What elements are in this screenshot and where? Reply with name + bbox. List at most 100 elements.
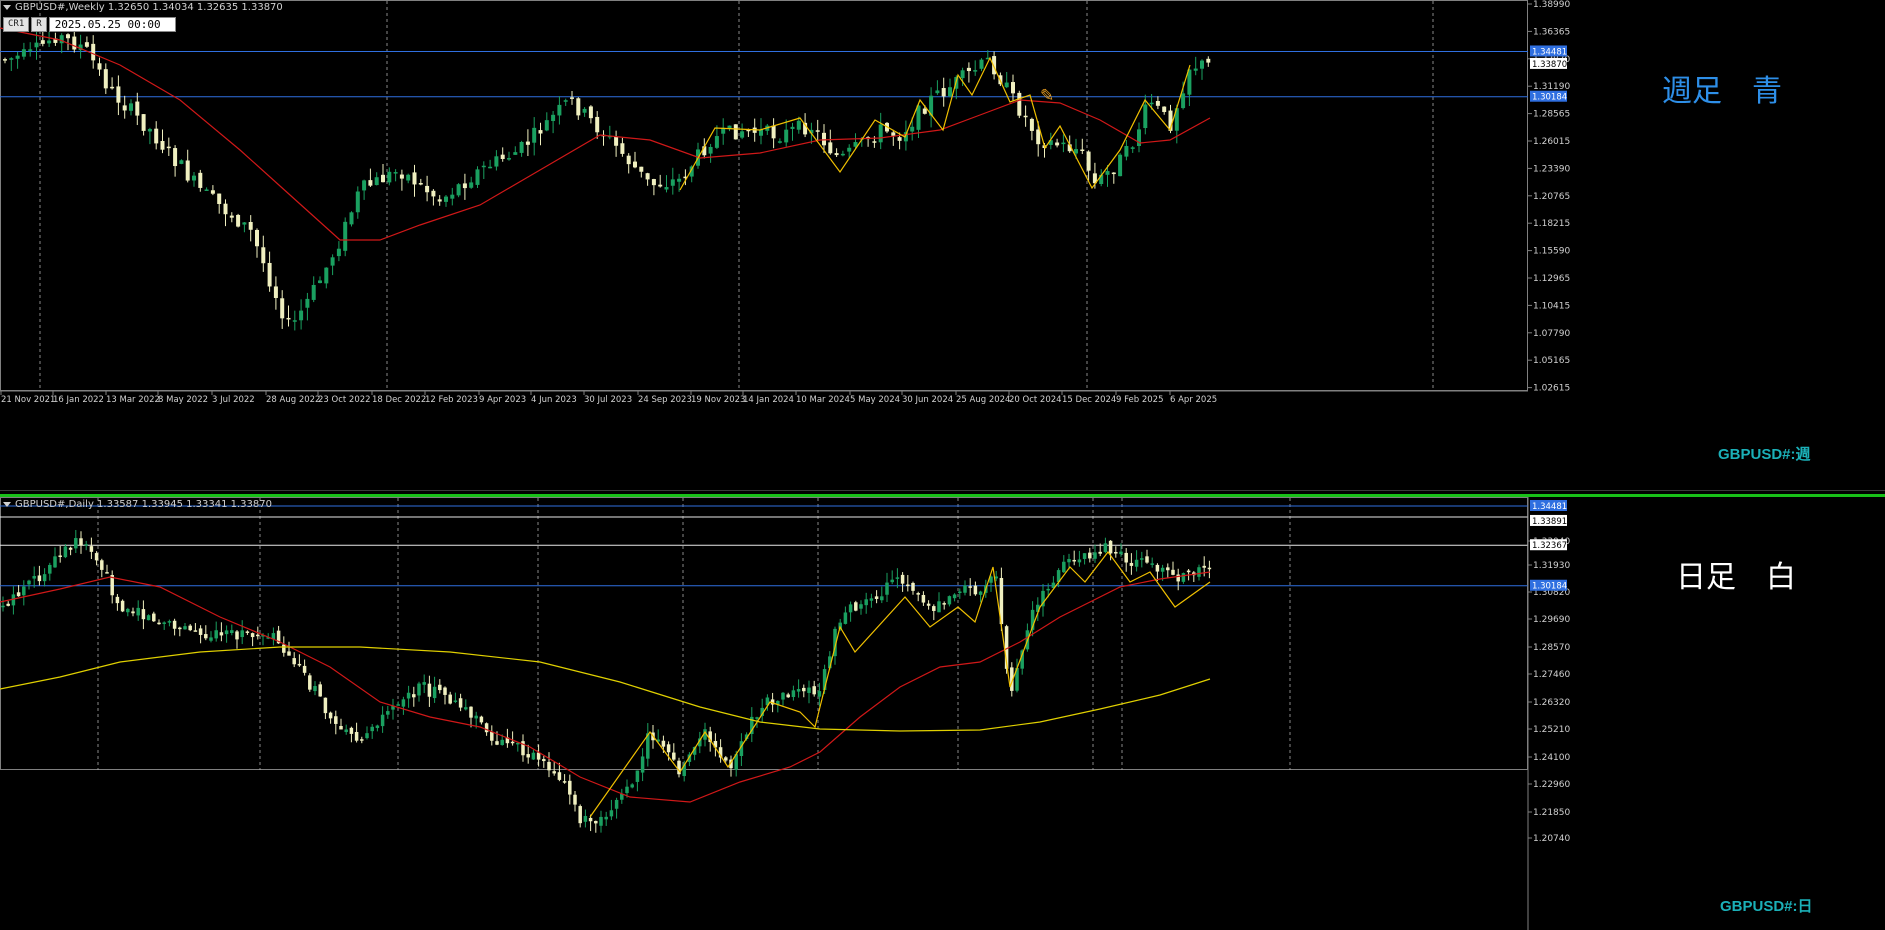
daily-candle <box>22 586 26 596</box>
daily-candle <box>131 611 135 614</box>
daily-candle <box>292 658 296 665</box>
weekly-candle <box>330 257 335 266</box>
daily-candle <box>495 741 499 745</box>
daily-candle <box>890 579 894 583</box>
collapse-triangle-icon[interactable] <box>3 501 11 507</box>
weekly-candle <box>381 174 385 183</box>
weekly-chart-pane[interactable]: 1.38990 1.36365 1.33870 1.31190 1.28565 1.260… <box>0 0 1885 490</box>
weekly-candle <box>406 174 411 181</box>
daily-candle <box>781 692 785 700</box>
weekly-candle <box>324 267 329 284</box>
daily-candle <box>672 752 676 760</box>
daily-candle <box>952 594 957 599</box>
daily-candle <box>1077 559 1082 563</box>
weekly-candle <box>815 130 820 132</box>
weekly-candle <box>444 196 448 202</box>
daily-annotation: 日足 白 <box>1676 560 1796 595</box>
weekly-zigzag-line <box>679 56 1191 191</box>
weekly-candle <box>110 86 115 89</box>
daily-candle <box>916 593 920 595</box>
daily-candle <box>900 574 905 584</box>
weekly-candle <box>72 36 77 50</box>
weekly-candle <box>588 106 593 119</box>
daily-chart-pane[interactable]: 1.330401.319301.308201.296901.285701.274… <box>0 497 1885 930</box>
weekly-candle <box>336 248 341 257</box>
daily-ma-slow-line <box>0 646 1211 732</box>
daily-price-label: 1.21850 <box>1533 808 1570 818</box>
weekly-candle <box>740 131 745 138</box>
weekly-price-label: 1.20765 <box>1533 192 1570 202</box>
weekly-candle <box>488 166 493 169</box>
daily-candle <box>287 651 291 656</box>
daily-candle <box>89 546 94 552</box>
weekly-candle <box>935 90 940 94</box>
daily-candle <box>1186 570 1191 573</box>
weekly-candle <box>563 100 568 102</box>
weekly-candle <box>891 132 896 136</box>
daily-candle <box>157 622 161 625</box>
daily-candle <box>724 757 728 761</box>
daily-candle <box>313 686 317 692</box>
weekly-candle <box>179 160 184 164</box>
weekly-chart-canvas[interactable]: 1.38990 1.36365 1.33870 1.31190 1.28565 1.260… <box>0 0 1885 490</box>
daily-price-label: 1.25210 <box>1533 725 1570 735</box>
plot-frame <box>0 497 1528 770</box>
weekly-candle <box>557 104 562 116</box>
weekly-price-label: 1.07790 <box>1533 329 1570 339</box>
weekly-date-label: 30 Jul 2023 <box>584 395 632 405</box>
weekly-candle <box>91 43 96 61</box>
daily-candle <box>479 716 484 723</box>
weekly-candle <box>192 175 196 181</box>
daily-candle <box>1119 551 1123 555</box>
daily-candle <box>786 694 790 698</box>
daily-chart-canvas[interactable]: 1.330401.319301.308201.296901.285701.274… <box>0 497 1885 930</box>
weekly-candle <box>872 141 877 143</box>
weekly-date-label: 10 Mar 2024 <box>796 395 850 405</box>
daily-candle <box>1062 561 1066 573</box>
weekly-candle <box>15 55 20 59</box>
pane-separator[interactable] <box>0 490 1885 497</box>
daily-price-tag: 1.34481 <box>1532 502 1567 512</box>
weekly-candle <box>525 141 530 145</box>
weekly-candle <box>173 148 178 167</box>
weekly-candle <box>960 70 965 79</box>
daily-candle <box>1098 551 1102 554</box>
weekly-candle <box>318 280 322 284</box>
daily-candle <box>1093 552 1097 559</box>
weekly-price-tag: 1.30184 <box>1532 93 1567 103</box>
weekly-candle <box>374 177 379 186</box>
daily-candle <box>370 726 374 732</box>
daily-candle <box>172 620 177 629</box>
daily-candle <box>557 772 562 780</box>
daily-candle <box>219 632 224 636</box>
weekly-candle <box>368 180 373 186</box>
daily-candle <box>874 596 879 599</box>
daily-candle <box>895 577 900 579</box>
reset-button[interactable]: R <box>31 17 47 32</box>
weekly-candle <box>519 141 524 153</box>
weekly-candle <box>664 187 669 190</box>
collapse-triangle-icon[interactable] <box>3 4 11 10</box>
weekly-candle <box>349 212 354 225</box>
daily-candle <box>412 694 416 698</box>
weekly-candle <box>941 88 946 97</box>
weekly-candle <box>40 40 45 44</box>
weekly-candle <box>399 174 404 179</box>
daily-candle <box>375 725 380 729</box>
weekly-price-label: 1.12965 <box>1533 274 1570 284</box>
date-input[interactable]: 2025.05.25 00:00 <box>48 17 176 32</box>
daily-candle <box>422 682 426 685</box>
weekly-candle <box>292 320 297 322</box>
weekly-candle <box>129 103 133 111</box>
daily-candle <box>661 740 666 747</box>
weekly-candle <box>822 132 826 146</box>
weekly-candle <box>1130 147 1135 149</box>
daily-candle <box>48 564 52 574</box>
daily-candle <box>74 538 78 549</box>
crosshair-button[interactable]: CR1 <box>3 17 30 32</box>
pen-tool-icon[interactable]: ✎ <box>1040 86 1054 106</box>
daily-candle <box>120 600 125 612</box>
weekly-candle <box>708 146 713 154</box>
weekly-candle <box>576 98 581 116</box>
weekly-annotation: 週足 青 <box>1662 74 1782 109</box>
